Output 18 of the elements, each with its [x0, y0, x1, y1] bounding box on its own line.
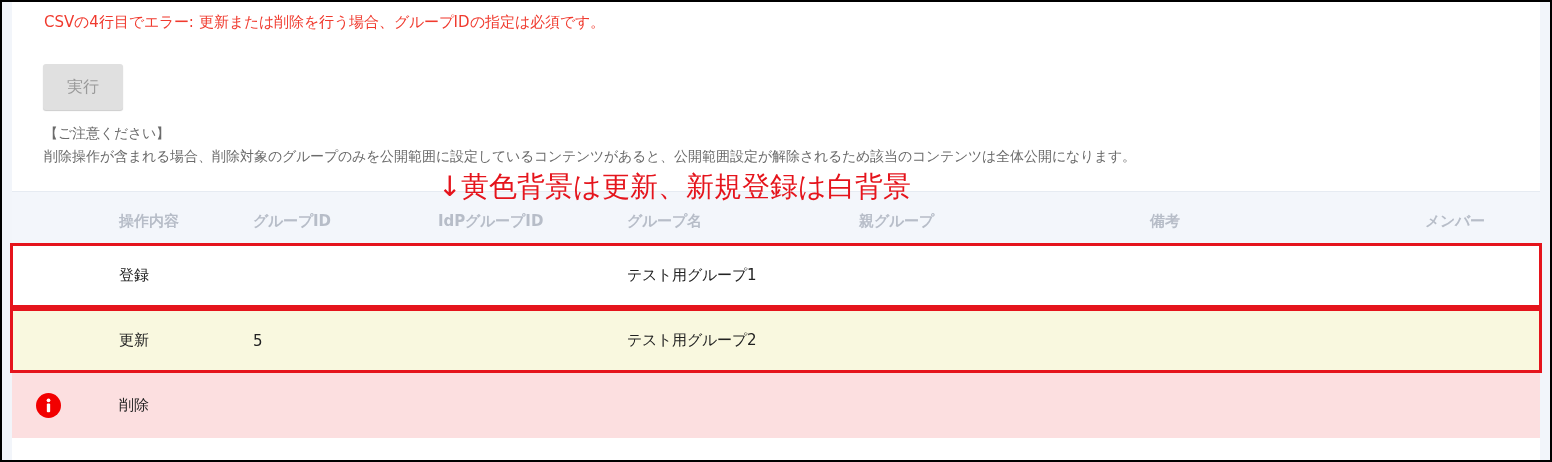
table-cell-text: 登録 [119, 266, 150, 285]
column-header: 親グループ [859, 212, 936, 232]
error-info-icon [36, 393, 61, 418]
column-header: メンバー [1425, 212, 1486, 232]
column-header: 操作内容 [119, 212, 180, 232]
table-cell-text: 削除 [119, 396, 150, 415]
column-header: グループID [253, 212, 333, 232]
column-header: 備考 [1150, 212, 1181, 232]
column-header: IdPグループID [438, 212, 545, 232]
table-cell-text: 5 [253, 331, 264, 350]
column-header: グループ名 [627, 212, 703, 232]
notice-title: 【ご注意ください】 [43, 124, 171, 143]
table-cell-text: テスト用グループ2 [627, 331, 758, 350]
table-cell-text: 更新 [119, 331, 150, 350]
annotation-text: ↓黄色背景は更新、新規登録は白背景 [438, 169, 912, 205]
table-cell-text: テスト用グループ1 [627, 266, 758, 285]
error-message: CSVの4行目でエラー: 更新または削除を行う場合、グループIDの指定は必須です。 [43, 12, 606, 32]
notice-text: 削除操作が含まれる場合、削除対象のグループのみを公開範囲に設定しているコンテンツがあると、公開範囲設定が解除されるため該当のコンテンツは全体公開になります。 [43, 147, 1137, 166]
